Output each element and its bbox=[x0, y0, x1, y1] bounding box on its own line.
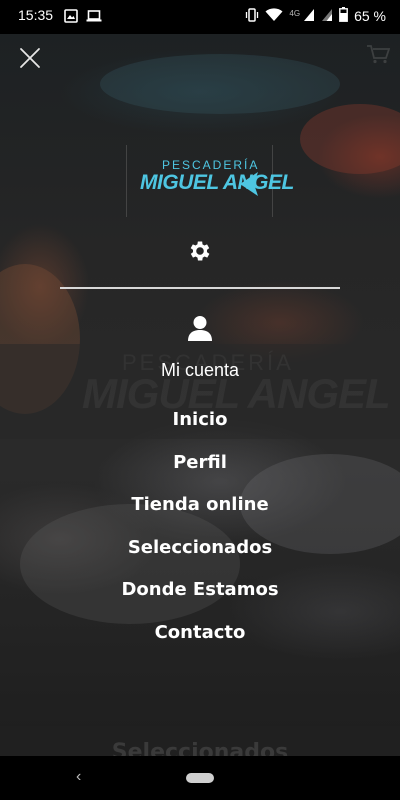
battery-percentage: 65 % bbox=[354, 8, 386, 24]
brand-logo: PESCADERÍA MIGUEL ANGEL bbox=[140, 158, 294, 203]
settings-button[interactable] bbox=[187, 238, 213, 264]
my-account-link[interactable]: Mi cuenta bbox=[0, 360, 400, 381]
battery-icon bbox=[339, 7, 348, 25]
background-divider-left bbox=[126, 145, 127, 217]
status-time: 15:35 bbox=[18, 7, 54, 23]
signal-icon-2 bbox=[321, 8, 333, 25]
user-icon[interactable] bbox=[187, 314, 213, 342]
cart-icon bbox=[366, 44, 391, 64]
network-type: 4G bbox=[289, 8, 301, 18]
fish-tail-icon bbox=[238, 170, 260, 203]
menu-item-perfil[interactable]: Perfil bbox=[0, 452, 400, 473]
home-pill-button[interactable] bbox=[186, 773, 214, 783]
back-button[interactable]: ‹ bbox=[76, 768, 81, 786]
navigation-bar: ‹ bbox=[0, 756, 400, 800]
menu-item-seleccionados[interactable]: Seleccionados bbox=[0, 537, 400, 558]
close-menu-button[interactable] bbox=[18, 46, 42, 70]
vibrate-icon bbox=[245, 7, 259, 25]
close-icon bbox=[20, 48, 40, 68]
menu-divider bbox=[60, 287, 340, 289]
gear-icon bbox=[190, 241, 210, 261]
menu-item-contacto[interactable]: Contacto bbox=[0, 622, 400, 643]
logo-main-text: MIGUEL ANGEL bbox=[140, 171, 294, 194]
menu-item-tienda-online[interactable]: Tienda online bbox=[0, 494, 400, 515]
wifi-icon bbox=[265, 7, 283, 25]
menu-item-inicio[interactable]: Inicio bbox=[0, 409, 400, 430]
menu-item-donde-estamos[interactable]: Donde Estamos bbox=[0, 579, 400, 600]
laptop-icon bbox=[86, 9, 102, 28]
signal-icon bbox=[303, 8, 315, 25]
image-icon bbox=[64, 9, 78, 28]
status-bar: 15:35 4G 65 % bbox=[0, 0, 400, 34]
